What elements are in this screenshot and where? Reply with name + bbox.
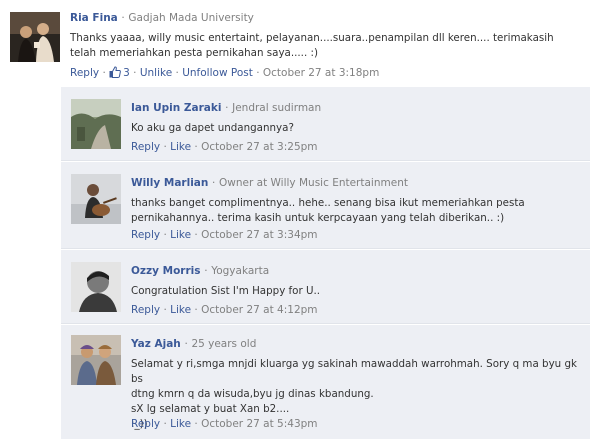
separator: · — [194, 229, 198, 241]
reply-timestamp: October 27 at 5:43pm — [201, 418, 318, 430]
like-link[interactable]: Like — [170, 229, 191, 241]
separator: · — [163, 304, 167, 316]
reply-link[interactable]: Reply — [131, 229, 160, 241]
reply-text-line: sX lg selamat y buat Xan b2.... — [131, 403, 290, 415]
separator: · — [184, 338, 188, 350]
reply-text-line: Ko aku ga dapet undangannya? — [131, 122, 294, 134]
reply-comment: Ozzy Morris · Yogyakarta Congratulation … — [61, 249, 590, 324]
avatar[interactable] — [71, 335, 121, 385]
reply-timestamp: October 27 at 3:34pm — [201, 229, 318, 241]
reply-author-line: Ian Upin Zaraki · Jendral sudirman — [131, 102, 321, 114]
separator: · — [163, 141, 167, 153]
reply-text: Ko aku ga dapet undangannya? — [131, 121, 581, 136]
reply-author-network: 25 years old — [191, 338, 257, 350]
reply-author-network: Yogyakarta — [211, 265, 270, 277]
reply-author-name[interactable]: Willy Marlian — [131, 177, 208, 189]
like-link[interactable]: Like — [170, 304, 191, 316]
post-actions: Reply · 3 · Unlike · Unfollow Post · Oct… — [70, 66, 379, 79]
reply-text-line: pernikahannya.. terima kasih untuk kerpc… — [131, 212, 505, 224]
separator: · — [194, 418, 198, 430]
wedding-photo-icon — [10, 12, 60, 62]
post-author-line: Ria Fina · Gadjah Mada University — [70, 12, 254, 24]
reply-timestamp: October 27 at 3:25pm — [201, 141, 318, 153]
separator: · — [102, 67, 106, 79]
separator: · — [133, 67, 137, 79]
separator: · — [163, 229, 167, 241]
thumbs-up-icon — [109, 66, 121, 78]
post-timestamp: October 27 at 3:18pm — [262, 67, 380, 79]
reply-actions: Reply · Like · October 27 at 5:43pm — [131, 418, 318, 430]
post-text: Thanks yaaaa, willy music entertaint, pe… — [70, 32, 554, 59]
reply-link[interactable]: Reply — [131, 418, 160, 430]
landscape-photo-icon — [71, 99, 121, 149]
reply-link[interactable]: Reply — [131, 141, 160, 153]
reply-link[interactable]: Reply — [70, 67, 99, 79]
guitarist-photo-icon — [71, 174, 121, 224]
separator: · — [256, 67, 260, 79]
separator: · — [121, 12, 125, 24]
separator: · — [175, 67, 179, 79]
reply-author-network: Owner at Willy Music Entertainment — [219, 177, 408, 189]
reply-author-line: Willy Marlian · Owner at Willy Music Ent… — [131, 177, 408, 189]
reply-comment: Yaz Ajah · 25 years old Selamat y ri,smg… — [61, 324, 590, 439]
separator: · — [204, 265, 208, 277]
separator: · — [194, 304, 198, 316]
reply-comment: Willy Marlian · Owner at Willy Music Ent… — [61, 161, 590, 249]
reply-text-line: thanks banget complimentnya.. hehe.. sen… — [131, 197, 525, 209]
reply-text-line: Congratulation Sist I'm Happy for U.. — [131, 285, 321, 297]
like-count-button[interactable]: 3 — [109, 66, 133, 79]
main-post: Ria Fina · Gadjah Mada University Thanks… — [0, 0, 590, 86]
like-link[interactable]: Like — [170, 418, 191, 430]
like-count: 3 — [123, 67, 130, 79]
avatar[interactable] — [71, 174, 121, 224]
avatar[interactable] — [10, 12, 60, 62]
separator: · — [194, 141, 198, 153]
reply-actions: Reply · Like · October 27 at 3:25pm — [131, 141, 318, 153]
unfollow-post-link[interactable]: Unfollow Post — [182, 67, 253, 79]
profile-photo-icon — [71, 262, 121, 312]
separator: · — [225, 102, 229, 114]
post-author-network: Gadjah Mada University — [128, 12, 254, 24]
reply-text-line: Selamat y ri,smga mnjdi kluarga yg sakin… — [131, 358, 577, 385]
reply-text: Congratulation Sist I'm Happy for U.. — [131, 284, 581, 299]
reply-comment: Ian Upin Zaraki · Jendral sudirman Ko ak… — [61, 86, 590, 161]
avatar[interactable] — [71, 99, 121, 149]
reply-author-name[interactable]: Ian Upin Zaraki — [131, 102, 221, 114]
reply-actions: Reply · Like · October 27 at 3:34pm — [131, 229, 318, 241]
like-link[interactable]: Like — [170, 141, 191, 153]
reply-actions: Reply · Like · October 27 at 4:12pm — [131, 304, 318, 316]
separator: · — [163, 418, 167, 430]
separator: · — [212, 177, 216, 189]
reply-link[interactable]: Reply — [131, 304, 160, 316]
unlike-link[interactable]: Unlike — [140, 67, 172, 79]
reply-text: thanks banget complimentnya.. hehe.. sen… — [131, 196, 581, 226]
reply-timestamp: October 27 at 4:12pm — [201, 304, 318, 316]
post-author-name[interactable]: Ria Fina — [70, 12, 118, 24]
avatar[interactable] — [71, 262, 121, 312]
reply-author-name[interactable]: Yaz Ajah — [131, 338, 181, 350]
reply-author-line: Ozzy Morris · Yogyakarta — [131, 265, 269, 277]
reply-text-line: dtng kmrn q da wisuda,byu jg dinas kband… — [131, 388, 374, 400]
reply-author-name[interactable]: Ozzy Morris — [131, 265, 201, 277]
reply-author-line: Yaz Ajah · 25 years old — [131, 338, 256, 350]
couple-photo-icon — [71, 335, 121, 385]
reply-author-network: Jendral sudirman — [232, 102, 322, 114]
